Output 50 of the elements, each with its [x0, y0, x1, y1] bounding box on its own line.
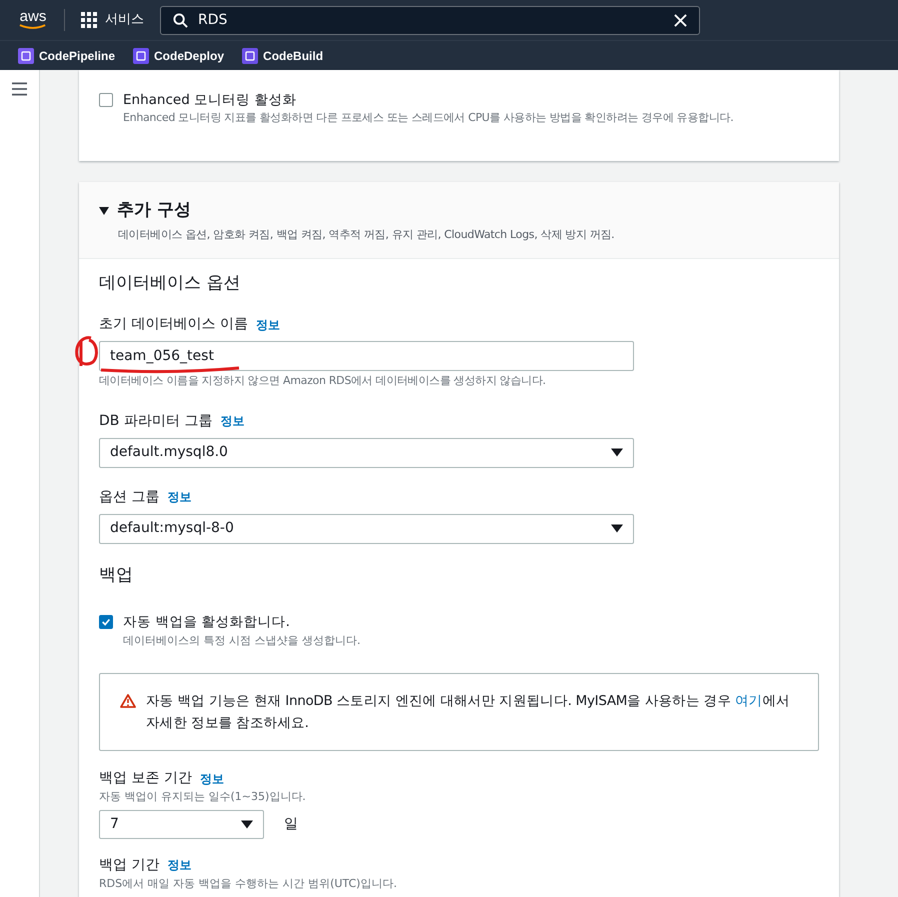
favorite-link[interactable]: CodeDeploy: [133, 46, 224, 64]
favorite-link[interactable]: CodeBuild: [242, 46, 324, 64]
expand-toggle[interactable]: 추가 구성: [99, 198, 191, 224]
checkbox-description: Enhanced 모니터링 지표를 활성화하면 다른 프로세스 또는 스레드에서 CPU를 사용하는 방법을 확인하려는 경우에 유용합니다.: [123, 110, 734, 126]
caret-icon: [611, 524, 623, 534]
warning-icon: [120, 694, 136, 708]
field-label: 초기 데이터베이스 이름: [99, 315, 248, 334]
warning-text: 자동 백업 기능은 현재 InnoDB 스토리지 엔진에 대해서만 지원됩니다. MyISAM을 사용하는 경우 여기 에서 자세한 정보를 참조하세요.: [146, 692, 791, 733]
menu-icon[interactable]: [12, 82, 27, 96]
field-description: RDS에서 매일 자동 백업을 수행하는 시간 범위(UTC)입니다.: [99, 876, 398, 892]
check-icon: [101, 617, 111, 628]
select-field[interactable]: default:mysql-8-0: [99, 514, 634, 544]
caret-icon: [99, 206, 109, 214]
checkbox[interactable]: [99, 615, 113, 630]
checkbox-label: 자동 백업을 활성화합니다.: [123, 613, 291, 632]
checkbox-label: Enhanced 모니터링 활성화: [123, 91, 298, 110]
info-link[interactable]: 정보: [200, 770, 224, 788]
field-label: 백업 기간: [99, 856, 160, 874]
favorite-link[interactable]: CodePipeline: [18, 46, 116, 64]
caret-icon: [611, 448, 623, 458]
select-field[interactable]: default.mysql8.0: [99, 438, 634, 468]
field-description: 자동 백업이 유지되는 일수(1~35)입니다.: [99, 789, 307, 805]
search-icon: [173, 12, 188, 28]
section-heading: 백업: [99, 564, 134, 587]
search-field[interactable]: RDS: [160, 6, 700, 34]
info-link[interactable]: 정보: [167, 488, 192, 506]
info-link[interactable]: 정보: [167, 856, 192, 874]
field-label: DB 파라미터 그룹: [99, 412, 212, 431]
services-menu[interactable]: 서비스: [81, 10, 144, 30]
aws-logo[interactable]: aws: [20, 10, 46, 24]
service-icon: [242, 48, 258, 64]
service-icon: [18, 48, 34, 64]
field-hint: 데이터베이스 이름을 지정하지 않으면 Amazon RDS에서 데이터베이스를 생성하지 않습니다.: [99, 373, 547, 390]
checkbox[interactable]: [99, 93, 113, 107]
field-label: 백업 보존 기간: [99, 769, 192, 788]
info-link[interactable]: 정보: [220, 412, 244, 430]
here-link[interactable]: 여기: [735, 693, 762, 709]
header-description: 데이터베이스 옵션, 암호화 켜짐, 백업 켜짐, 역추적 꺼짐, 유지 관리, CloudWatch Logs, 삭제 방지 꺼짐.: [118, 227, 616, 244]
service-icon: [133, 48, 150, 64]
input-field[interactable]: team_056_test: [99, 341, 634, 372]
smile-icon: [19, 24, 47, 30]
info-link[interactable]: 정보: [256, 316, 280, 334]
unit-label: 일: [284, 814, 298, 834]
checkbox-description: 데이터베이스의 특정 시점 스냅샷을 생성합니다.: [123, 632, 360, 648]
grid-icon: [81, 12, 97, 28]
caret-icon: [241, 820, 253, 828]
close-icon[interactable]: [674, 14, 687, 26]
select-field[interactable]: 7: [99, 810, 264, 838]
field-label: 옵션 그룹: [99, 488, 160, 507]
section-heading: 데이터베이스 옵션: [99, 272, 242, 295]
